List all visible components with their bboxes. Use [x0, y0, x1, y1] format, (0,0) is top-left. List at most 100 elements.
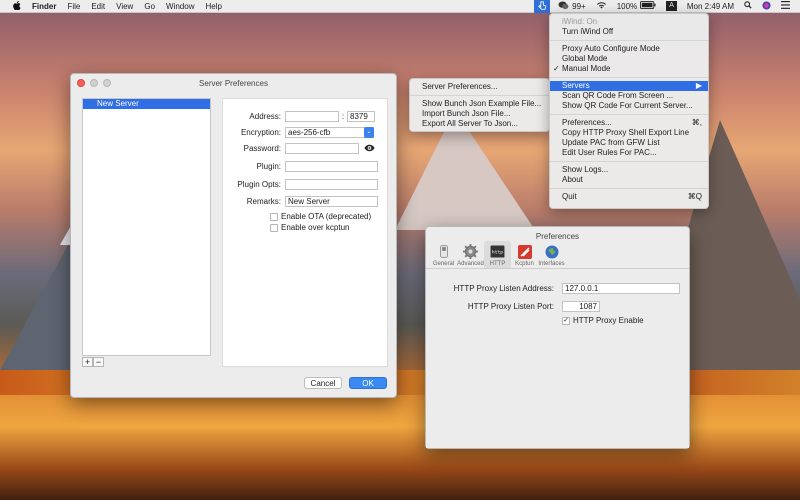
encryption-select[interactable]: aes-256-cfb ⌄: [285, 127, 374, 138]
servers-submenu: Server Preferences... Show Bunch Json Ex…: [409, 78, 550, 132]
tab-label: Kcptun: [515, 261, 534, 267]
remove-server-button[interactable]: −: [93, 357, 104, 367]
window-titlebar[interactable]: Preferences: [426, 227, 689, 245]
server-list[interactable]: New Server: [82, 98, 211, 356]
list-item[interactable]: New Server: [83, 99, 210, 109]
menu-item-label: Preferences...: [562, 118, 612, 127]
tab-interfaces[interactable]: Interfaces: [538, 241, 565, 271]
enable-kcptun-label: Enable over kcptun: [281, 223, 350, 232]
tab-advanced[interactable]: Advanced: [457, 241, 484, 271]
tab-kcptun[interactable]: Kcptun: [511, 241, 538, 271]
server-preferences-window: Server Preferences New Server + − Addres…: [70, 73, 397, 398]
menu-separator: [550, 40, 708, 41]
menu-item-status: iWind: On: [562, 17, 598, 26]
menu-file[interactable]: File: [67, 2, 80, 11]
menu-item-turn-off[interactable]: Turn iWind Off: [550, 27, 708, 37]
http-proxy-enable-label: HTTP Proxy Enable: [573, 316, 644, 325]
gear-icon: [463, 244, 478, 259]
menu-item-manual-mode[interactable]: ✓ Manual Mode: [550, 64, 708, 74]
password-label: Password:: [243, 144, 281, 153]
menu-item-quit[interactable]: Quit ⌘Q: [550, 192, 708, 202]
port-field[interactable]: 8379: [347, 111, 375, 122]
menu-item-copy-http-export[interactable]: Copy HTTP Proxy Shell Export Line: [550, 128, 708, 138]
menu-item-show-qr[interactable]: Show QR Code For Current Server...: [550, 101, 708, 111]
spotlight-search-icon[interactable]: [744, 1, 752, 11]
listen-port-field[interactable]: 1087: [562, 301, 600, 312]
menu-item-label: Servers: [562, 81, 590, 90]
shortcut-label: ⌘,: [691, 118, 702, 127]
plugin-field[interactable]: [285, 161, 378, 172]
cancel-button[interactable]: Cancel: [304, 377, 342, 389]
wifi-icon[interactable]: [596, 1, 607, 11]
menu-separator: [550, 114, 708, 115]
wechat-icon[interactable]: [558, 0, 569, 12]
enable-ota-checkbox[interactable]: [270, 212, 278, 221]
kcptun-icon: [517, 244, 532, 259]
ok-button[interactable]: OK: [349, 377, 387, 389]
address-label: Address:: [249, 112, 281, 121]
menu-edit[interactable]: Edit: [91, 2, 105, 11]
menu-bar: Finder File Edit View Go Window Help 99+…: [0, 0, 800, 13]
input-source-icon[interactable]: A: [666, 1, 677, 11]
listen-address-field[interactable]: 127.0.0.1: [562, 283, 680, 294]
server-form: Address: : 8379 Encryption: aes-256-cfb …: [222, 98, 388, 367]
battery-icon[interactable]: [640, 1, 656, 11]
menu-item-pac-mode[interactable]: Proxy Auto Configure Mode: [550, 44, 708, 54]
menu-separator: [410, 95, 549, 96]
menu-item-scan-qr[interactable]: Scan QR Code From Screen ...: [550, 91, 708, 101]
clock[interactable]: Mon 2:49 AM: [687, 2, 734, 11]
menu-item-show-logs[interactable]: Show Logs...: [550, 165, 708, 175]
menu-item-import-bunch-json[interactable]: Import Bunch Json File...: [410, 109, 549, 119]
menu-item-about[interactable]: About: [550, 175, 708, 185]
menu-item-update-pac[interactable]: Update PAC from GFW List: [550, 138, 708, 148]
listen-address-label: HTTP Proxy Listen Address:: [453, 284, 554, 293]
listen-port-label: HTTP Proxy Listen Port:: [467, 302, 554, 311]
preferences-toolbar: General Advanced http HTTP Kcptun Interf…: [426, 241, 689, 271]
menu-item-preferences[interactable]: Preferences... ⌘,: [550, 118, 708, 128]
menu-window[interactable]: Window: [166, 2, 194, 11]
http-settings-panel: HTTP Proxy Listen Address: 127.0.0.1 HTT…: [426, 268, 689, 448]
enable-kcptun-checkbox[interactable]: [270, 223, 278, 232]
menu-view[interactable]: View: [116, 2, 133, 11]
menu-go[interactable]: Go: [144, 2, 155, 11]
tab-general[interactable]: General: [430, 241, 457, 271]
list-controls: + −: [82, 357, 104, 367]
window-titlebar[interactable]: Server Preferences: [71, 74, 396, 92]
checkmark-icon: ✓: [553, 64, 560, 73]
siri-icon[interactable]: [762, 0, 771, 12]
http-icon: http: [490, 244, 505, 259]
messages-count-badge: 99+: [572, 1, 586, 11]
menu-finder[interactable]: Finder: [32, 2, 56, 11]
http-proxy-enable-checkbox[interactable]: ✓: [562, 316, 570, 325]
globe-icon: [544, 244, 559, 259]
tab-label: HTTP: [489, 261, 506, 267]
tab-label: Interfaces: [538, 261, 565, 267]
menu-help[interactable]: Help: [205, 2, 221, 11]
menu-item-edit-user-rules[interactable]: Edit User Rules For PAC...: [550, 148, 708, 158]
remarks-label: Remarks:: [246, 197, 281, 206]
switch-icon: [436, 244, 451, 259]
add-server-button[interactable]: +: [82, 357, 93, 367]
notification-center-icon[interactable]: [781, 1, 790, 11]
tab-label: Advanced: [457, 261, 484, 267]
submenu-arrow-icon: ▶: [695, 81, 702, 90]
shortcut-label: ⌘Q: [687, 192, 702, 201]
encryption-value: aes-256-cfb: [288, 128, 331, 137]
menu-item-show-bunch-json[interactable]: Show Bunch Json Example File...: [410, 99, 549, 109]
plugin-opts-label: Plugin Opts:: [237, 180, 281, 189]
menu-separator: [550, 161, 708, 162]
remarks-field[interactable]: New Server: [285, 196, 378, 207]
menu-item-server-preferences[interactable]: Server Preferences...: [410, 82, 549, 92]
eye-icon[interactable]: [364, 144, 375, 154]
plugin-opts-field[interactable]: [285, 179, 378, 190]
password-field[interactable]: [285, 143, 359, 154]
menu-item-servers[interactable]: Servers ▶: [550, 81, 708, 91]
window-title: Preferences: [535, 231, 580, 241]
menu-item-export-all-servers[interactable]: Export All Server To Json...: [410, 119, 549, 129]
tab-http[interactable]: http HTTP: [484, 241, 511, 271]
address-field[interactable]: [285, 111, 339, 122]
apple-menu-icon[interactable]: [10, 0, 24, 12]
iwind-status-icon[interactable]: [534, 0, 551, 13]
menu-separator: [550, 77, 708, 78]
menu-item-global-mode[interactable]: Global Mode: [550, 54, 708, 64]
